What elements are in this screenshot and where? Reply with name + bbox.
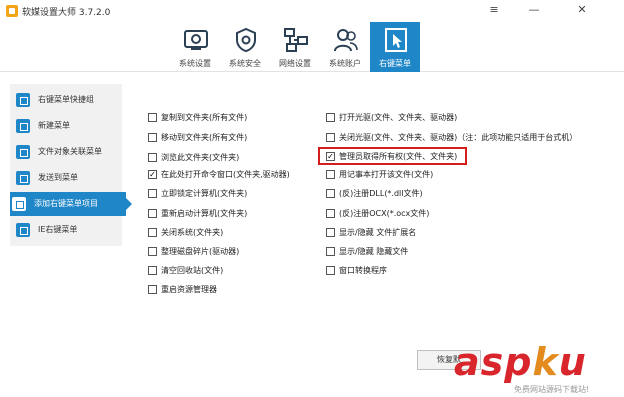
app-logo-icon bbox=[6, 5, 18, 17]
tab-network-settings[interactable]: 网络设置 bbox=[270, 22, 320, 72]
tab-label: 右键菜单 bbox=[379, 59, 411, 68]
option-label: 关闭光驱(文件、文件夹、驱动器)（注：此项功能只适用于台式机） bbox=[339, 133, 578, 142]
sidebar-item-label: IE右键菜单 bbox=[38, 225, 78, 234]
tab-label: 系统账户 bbox=[329, 59, 361, 68]
watermark-logo: aspku bbox=[454, 340, 587, 384]
option-label: 移动到文件夹(所有文件) bbox=[161, 133, 248, 142]
option-label: 复制到文件夹(所有文件) bbox=[161, 113, 248, 122]
watermark-subtitle: 免费网站源码下载站! bbox=[514, 385, 590, 394]
option-label: 清空回收站(文件) bbox=[161, 266, 224, 275]
sidebar-item-label: 右键菜单快捷组 bbox=[38, 95, 94, 104]
main-toolbar: 系统设置 系统安全 网络设置 系统账户 右键菜单 bbox=[0, 22, 624, 72]
shield-gear-icon bbox=[236, 27, 256, 53]
new-menu-icon bbox=[16, 119, 30, 133]
checkbox[interactable] bbox=[148, 266, 157, 275]
ie-icon bbox=[16, 223, 30, 237]
sidebar-item-label: 新建菜单 bbox=[38, 121, 70, 130]
checkbox[interactable] bbox=[148, 247, 157, 256]
highlight-box bbox=[318, 147, 467, 165]
send-to-icon bbox=[16, 171, 30, 185]
users-icon bbox=[334, 29, 358, 52]
option-label: 在此处打开命令窗口(文件夹,驱动器) bbox=[161, 170, 290, 179]
option-label: 打开光驱(文件、文件夹、驱动器) bbox=[339, 113, 458, 122]
menu-icon[interactable]: ≡ bbox=[480, 0, 508, 20]
minimize-button[interactable]: — bbox=[520, 0, 548, 20]
sidebar-item-label: 文件对象关联菜单 bbox=[38, 147, 102, 156]
option-label: 窗口转换程序 bbox=[339, 266, 387, 275]
sidebar: 右键菜单快捷组 新建菜单 文件对象关联菜单 发送到菜单 添加右键菜单项目 IE右… bbox=[10, 84, 132, 246]
sidebar-item-send-to[interactable]: 发送到菜单 bbox=[14, 166, 118, 190]
tab-system-accounts[interactable]: 系统账户 bbox=[320, 22, 370, 72]
tab-label: 系统设置 bbox=[179, 59, 211, 68]
sidebar-item-new-menu[interactable]: 新建菜单 bbox=[14, 114, 118, 138]
checkbox[interactable] bbox=[148, 189, 157, 198]
checkbox[interactable] bbox=[326, 209, 335, 218]
checkbox[interactable] bbox=[148, 113, 157, 122]
checkbox[interactable] bbox=[326, 228, 335, 237]
title-bar: 软媒设置大师 3.7.2.0 ≡ — ✕ bbox=[0, 0, 624, 22]
checkbox[interactable] bbox=[326, 266, 335, 275]
option-label: 用记事本打开该文件(文件) bbox=[339, 170, 434, 179]
checkbox[interactable] bbox=[326, 247, 335, 256]
checkbox[interactable] bbox=[148, 285, 157, 294]
sidebar-item-add-menu-items[interactable]: 添加右键菜单项目 bbox=[10, 192, 132, 216]
checkbox[interactable] bbox=[326, 170, 335, 179]
add-item-icon bbox=[12, 197, 26, 211]
tab-context-menu[interactable]: 右键菜单 bbox=[370, 22, 420, 72]
sidebar-item-label: 发送到菜单 bbox=[38, 173, 78, 182]
sidebar-item-ie-menu[interactable]: IE右键菜单 bbox=[14, 218, 118, 242]
option-label: 显示/隐藏 隐藏文件 bbox=[339, 247, 409, 256]
checkbox[interactable] bbox=[326, 189, 335, 198]
option-label: 浏览此文件夹(文件夹) bbox=[161, 153, 240, 162]
window-title: 软媒设置大师 3.7.2.0 bbox=[22, 8, 111, 18]
close-button[interactable]: ✕ bbox=[568, 0, 596, 20]
tab-label: 系统安全 bbox=[229, 59, 261, 68]
option-label: (反)注册DLL(*.dll文件) bbox=[339, 189, 423, 198]
option-label: 立即锁定计算机(文件夹) bbox=[161, 189, 248, 198]
checkbox[interactable] bbox=[326, 113, 335, 122]
option-label: 显示/隐藏 文件扩展名 bbox=[339, 228, 417, 237]
checkbox[interactable] bbox=[148, 153, 157, 162]
watermark: aspku 免费网站源码下载站! bbox=[446, 340, 624, 397]
network-icon bbox=[284, 28, 308, 52]
tab-label: 网络设置 bbox=[279, 59, 311, 68]
tab-system-security[interactable]: 系统安全 bbox=[220, 22, 270, 72]
tab-system-settings[interactable]: 系统设置 bbox=[170, 22, 220, 72]
option-label: 重新启动计算机(文件夹) bbox=[161, 209, 248, 218]
checkbox[interactable] bbox=[148, 228, 157, 237]
checkbox[interactable] bbox=[326, 133, 335, 142]
menu-group-icon bbox=[16, 93, 30, 107]
sidebar-item-label: 添加右键菜单项目 bbox=[34, 199, 98, 208]
option-label: (反)注册OCX(*.ocx文件) bbox=[339, 209, 430, 218]
option-label: 整理磁盘碎片(驱动器) bbox=[161, 247, 240, 256]
option-label: 关闭系统(文件夹) bbox=[161, 228, 224, 237]
cursor-icon bbox=[385, 28, 407, 52]
file-assoc-icon bbox=[16, 145, 30, 159]
sidebar-item-quick-group[interactable]: 右键菜单快捷组 bbox=[14, 88, 118, 112]
checkbox[interactable] bbox=[148, 209, 157, 218]
option-label: 重启资源管理器 bbox=[161, 285, 217, 294]
sidebar-item-file-assoc[interactable]: 文件对象关联菜单 bbox=[14, 140, 118, 164]
checkbox-checked[interactable]: ✓ bbox=[148, 170, 157, 179]
checkbox[interactable] bbox=[148, 133, 157, 142]
system-settings-icon bbox=[184, 30, 208, 50]
